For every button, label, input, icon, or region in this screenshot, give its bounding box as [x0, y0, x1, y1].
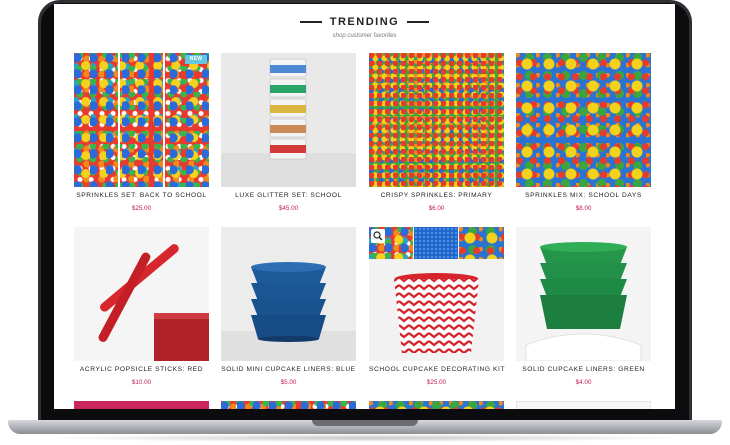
kit-mix-thumb [459, 227, 504, 259]
popsicle-sticks-illustration [98, 244, 209, 361]
product-image-crispy-sprinkles[interactable] [369, 53, 504, 187]
blue-liners-illustration [221, 262, 356, 361]
product-image-partial[interactable] [221, 401, 356, 409]
product-name[interactable]: SPRINKLES MIX: SCHOOL DAYS [516, 192, 651, 199]
section-subtitle: shop customer favorites [332, 33, 397, 39]
browser-screen: TRENDING shop customer favorites NEW SPR… [54, 4, 675, 409]
product-image-popsicle-sticks[interactable] [74, 227, 209, 361]
title-rule-right [407, 21, 430, 23]
glitter-jars-illustration [221, 58, 356, 187]
product-image-decorating-kit[interactable] [369, 227, 504, 361]
product-price: $45.00 [278, 205, 299, 212]
product-price: $4.00 [575, 379, 592, 386]
product-price: $25.00 [426, 379, 447, 386]
product-image-blue-liners[interactable] [221, 227, 356, 361]
product-name[interactable]: SPRINKLES SET: BACK TO SCHOOL [74, 192, 209, 199]
product-price: $5.00 [280, 379, 297, 386]
laptop-shadow [40, 434, 690, 442]
product-name[interactable]: SOLID CUPCAKE LINERS: GREEN [516, 366, 651, 373]
product-image-partial[interactable] [74, 401, 209, 409]
product-price: $8.00 [575, 205, 592, 212]
trending-header: TRENDING shop customer favorites [54, 4, 675, 54]
section-title: TRENDING [329, 16, 400, 28]
product-image-glitter-set[interactable] [221, 53, 356, 187]
laptop-notch [312, 420, 418, 426]
chevron-liners-illustration [394, 273, 479, 353]
green-liners-illustration [525, 242, 642, 361]
product-image-partial[interactable] [369, 401, 504, 409]
kit-sugar-thumb [414, 227, 458, 259]
product-price: $25.00 [131, 205, 152, 212]
product-name[interactable]: LUXE GLITTER SET: SCHOOL [221, 192, 356, 199]
product-image-partial[interactable] [516, 401, 651, 409]
product-price: $10.00 [131, 379, 152, 386]
product-image-sprinkles-set[interactable]: NEW [74, 53, 209, 187]
product-name[interactable]: SCHOOL CUPCAKE DECORATING KIT [369, 366, 505, 373]
product-price: $6.00 [428, 205, 445, 212]
product-name[interactable]: SOLID MINI CUPCAKE LINERS: BLUE [221, 366, 356, 373]
zoom-button[interactable] [371, 229, 385, 243]
product-image-green-liners[interactable] [516, 227, 651, 361]
new-badge: NEW [185, 55, 207, 64]
product-name[interactable]: CRISPY SPRINKLES: PRIMARY [369, 192, 504, 199]
product-image-sprinkles-mix[interactable] [516, 53, 651, 187]
product-name[interactable]: ACRYLIC POPSICLE STICKS: RED [74, 366, 209, 373]
search-icon [373, 231, 383, 241]
title-rule-left [299, 21, 322, 23]
